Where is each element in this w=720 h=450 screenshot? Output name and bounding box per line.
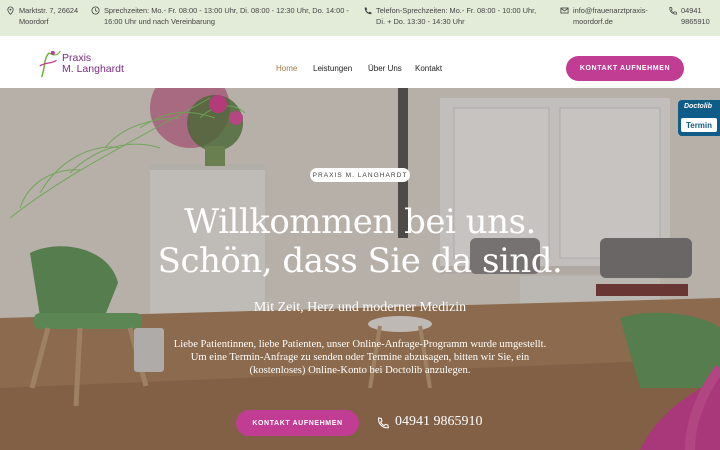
main-navbar: Praxis M. Langhardt Home Leistungen Über… [0, 36, 720, 88]
doctolib-termin-button[interactable]: Termin [681, 118, 717, 132]
hero-info-text: Liebe Patientinnen, liebe Patienten, uns… [140, 338, 580, 377]
doctolib-booking-widget[interactable]: Doctolib Termin [678, 100, 720, 136]
phone-hours-info: Telefon-Sprechzeiten: Mo.- Fr. 08:00 - 1… [363, 5, 536, 27]
hero-headline-line2: Schön, dass Sie da sind. [157, 241, 563, 281]
phone-icon [364, 7, 372, 15]
hours-line2: 16:00 Uhr und nach Vereinbarung [104, 17, 215, 26]
phone-line2[interactable]: 9865910 [681, 16, 710, 27]
phone-outline-icon [378, 416, 389, 428]
phone-info[interactable]: 04941 9865910 [668, 5, 710, 27]
hero-phone-link[interactable]: 04941 9865910 [376, 414, 483, 430]
email-line1[interactable]: info@frauenarztpraxis- [573, 5, 648, 16]
hero-info-line2: Um eine Termin-Anfrage zu senden oder Te… [190, 352, 530, 363]
phone-hours-line2: Di. + Do. 13:30 - 14:30 Uhr [376, 17, 465, 26]
logo-line2: M. Langhardt [62, 63, 124, 75]
address-info: Marktstr. 7, 26624 Moordorf [6, 5, 78, 27]
opening-hours-info: Sprechzeiten: Mo.- Fr. 08:00 - 13:00 Uhr… [91, 5, 349, 27]
phone-line1[interactable]: 04941 [681, 5, 710, 16]
logo-figure-icon [39, 50, 61, 78]
hero-headline-line1: Willkommen bei uns. [184, 202, 536, 242]
hero-section: PRAXIS M. LANGHARDT Willkommen bei uns. … [0, 88, 720, 450]
phone-hours-line1: Telefon-Sprechzeiten: Mo.- Fr. 08:00 - 1… [376, 6, 537, 15]
top-info-bar: Marktstr. 7, 26624 Moordorf Sprechzeiten… [0, 0, 720, 36]
hero-phone-number[interactable]: 04941 9865910 [395, 414, 483, 430]
practice-logo[interactable]: Praxis M. Langhardt [36, 50, 126, 82]
address-line1: Marktstr. 7, 26624 [19, 6, 79, 15]
hero-subtitle: Mit Zeit, Herz und moderner Medizin [253, 300, 467, 315]
location-pin-icon [7, 6, 14, 15]
nav-item-ueber-uns[interactable]: Über Uns [368, 64, 402, 73]
email-info[interactable]: info@frauenarztpraxis- moordorf.de [560, 5, 648, 27]
nav-item-kontakt[interactable]: Kontakt [415, 64, 442, 73]
address-line2: Moordorf [19, 17, 49, 26]
contact-button-header[interactable]: KONTAKT AUFNEHMEN [566, 56, 684, 81]
hours-line1: Sprechzeiten: Mo.- Fr. 08:00 - 13:00 Uhr… [104, 6, 349, 15]
hero-info-line3: (kostenloses) Online-Konto bei Doctolib … [249, 365, 471, 376]
clock-icon [91, 6, 100, 15]
nav-item-home[interactable]: Home [276, 64, 297, 73]
logo-wordmark: Praxis M. Langhardt [62, 53, 124, 75]
doctolib-brand: Doctolib [684, 103, 712, 110]
email-line2[interactable]: moordorf.de [573, 16, 648, 27]
contact-button-hero[interactable]: KONTAKT AUFNEHMEN [236, 410, 359, 436]
nav-item-leistungen[interactable]: Leistungen [313, 64, 352, 73]
phone-outline-icon [669, 6, 677, 15]
envelope-icon [560, 7, 569, 14]
hero-badge: PRAXIS M. LANGHARDT [310, 168, 410, 182]
hero-info-line1: Liebe Patientinnen, liebe Patienten, uns… [173, 339, 547, 350]
